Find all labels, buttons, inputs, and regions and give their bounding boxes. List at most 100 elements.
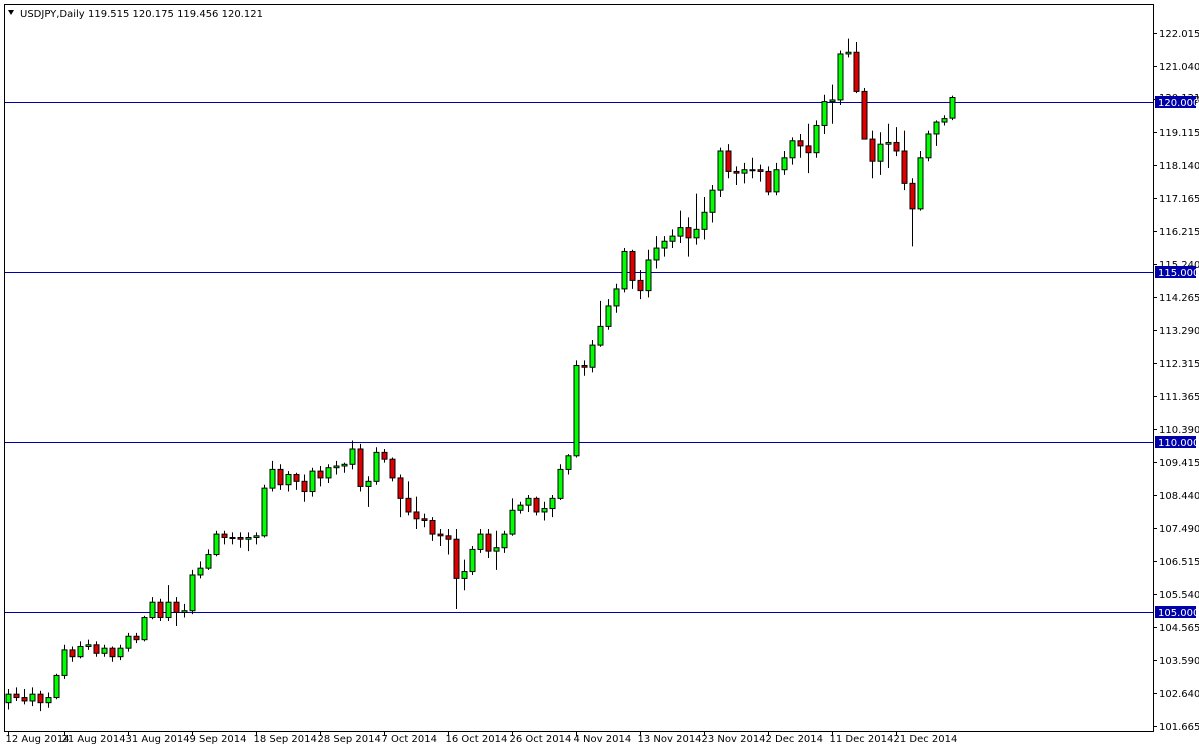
bull-candle-body [29,693,36,702]
level-price-tag: 120.000 [1155,96,1199,109]
bull-candle-body [461,571,468,579]
bear-candle-body [757,169,764,172]
price-tick-label: 116.215 [1159,227,1199,238]
bull-candle-body [621,250,628,290]
bull-candle-body [829,99,836,103]
bear-candle-body [93,644,100,654]
candle [213,530,220,557]
bull-candle-body [245,537,252,540]
bull-candle-body [509,509,516,535]
price-tick-label: 119.115 [1159,128,1199,139]
price-tick-label: 111.365 [1159,392,1199,403]
bear-candle-body [797,140,804,147]
bull-candle-body [341,463,348,467]
bull-candle-body [837,53,844,101]
date-tick-label: 16 Oct 2014 [446,734,508,745]
bear-candle-body [381,451,388,460]
date-tick-label: 26 Oct 2014 [510,734,572,745]
date-tick-label: 4 Nov 2014 [574,734,632,745]
date-tick-label: 12 Aug 2014 [6,734,70,745]
candle [141,615,148,642]
bull-candle-body [669,235,676,242]
level-label: 110.000 [1158,438,1199,449]
bull-candle-body [933,121,940,135]
bear-candle-body [13,693,20,699]
bull-candle-body [701,211,708,230]
bear-candle-body [293,474,300,482]
bear-candle-body [397,477,404,499]
date-tick-label: 18 Sep 2014 [254,734,317,745]
date-tick-label: 2 Dec 2014 [766,734,824,745]
bear-candle-body [685,227,692,239]
level-label: 105.000 [1158,608,1199,619]
bear-candle-body [445,535,452,540]
price-tick-label: 122.015 [1159,29,1199,40]
level-price-tag: 115.000 [1155,266,1199,279]
price-tick-label: 105.540 [1159,590,1199,601]
bear-candle-body [277,468,284,486]
date-tick-label: 13 Nov 2014 [638,734,702,745]
bull-candle-body [781,157,788,171]
level-label: 120.000 [1158,98,1199,109]
bear-candle-body [805,145,812,154]
bull-candle-body [365,480,372,487]
candle [573,360,580,458]
price-tick-label: 112.315 [1159,359,1199,370]
bull-candle-body [197,567,204,576]
bull-candle-body [949,96,956,119]
bull-candle-body [821,101,828,126]
bear-candle-body [37,693,44,704]
bull-candle-body [653,247,660,261]
price-tick-label: 117.165 [1159,194,1199,205]
bear-candle-body [133,635,140,641]
bull-candle-body [333,465,340,469]
bull-candle-body [941,118,948,123]
bear-candle-body [853,51,860,92]
bull-candle-body [597,325,604,346]
bull-candle-body [205,554,212,569]
bear-candle-body [21,697,28,702]
bull-candle-body [677,227,684,237]
bull-candle-body [269,468,276,489]
price-tick-label: 109.415 [1159,458,1199,469]
bull-candle-body [557,468,564,499]
bear-candle-body [157,601,164,619]
bull-candle-body [565,455,572,470]
candle [949,95,956,121]
bear-candle-body [173,601,180,613]
candle [557,464,564,501]
date-tick-label: 31 Aug 2014 [126,734,190,745]
price-tick-label: 110.390 [1159,425,1199,436]
bull-candle-body [709,189,716,213]
price-tick-label: 113.290 [1159,326,1199,337]
bear-candle-body [357,448,364,487]
price-chart[interactable]: 122.015121.040120.090119.115118.140117.1… [0,0,1199,749]
bull-candle-body [469,548,476,573]
bull-candle-body [917,157,924,210]
level-label: 115.000 [1158,268,1199,279]
bull-candle-body [613,288,620,307]
bull-candle-body [149,601,156,619]
bear-candle-body [533,497,540,513]
bear-candle-body [725,150,732,172]
bull-candle-body [741,169,748,174]
bear-candle-body [405,497,412,513]
candle [373,447,380,485]
bear-candle-body [301,480,308,493]
bull-candle-body [61,649,68,676]
bull-candle-body [53,674,60,699]
bull-candle-body [749,169,756,172]
price-tick-label: 101.665 [1159,722,1199,733]
bear-candle-body [437,533,444,537]
bull-candle-body [165,601,172,619]
bull-candle-body [717,150,724,191]
date-tick-label: 21 Dec 2014 [894,734,958,745]
bull-candle-body [541,508,548,513]
price-axis: 122.015121.040120.090119.115118.140117.1… [1153,29,1199,733]
bear-candle-body [637,279,644,292]
date-tick-label: 9 Sep 2014 [190,734,247,745]
bull-candle-body [253,535,260,539]
candle [53,673,60,700]
bull-candle-body [141,617,148,641]
bull-candle-body [349,448,356,465]
